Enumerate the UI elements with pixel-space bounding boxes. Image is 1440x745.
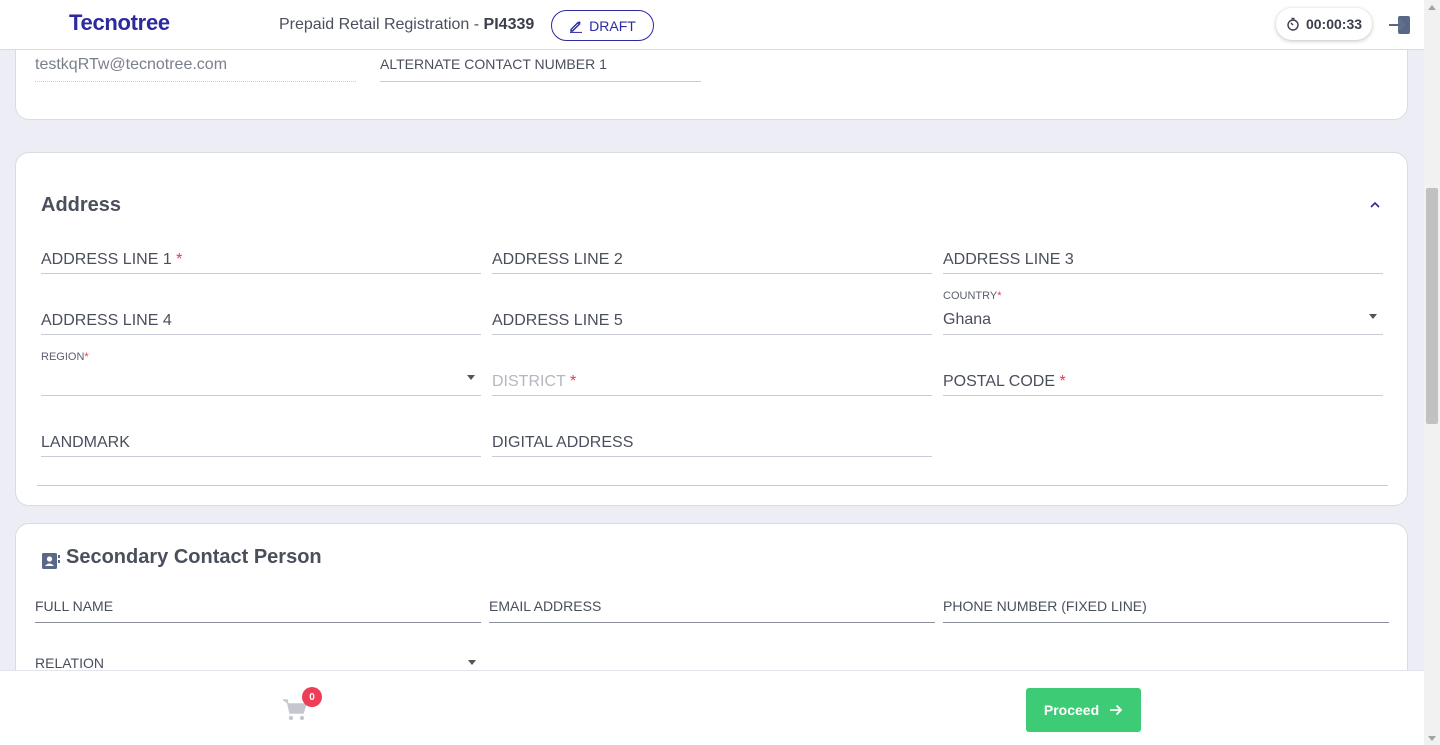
proceed-label: Proceed xyxy=(1043,702,1100,718)
scroll-up-arrow-icon[interactable] xyxy=(1428,5,1436,10)
bottom-action-bar: 0 Proceed xyxy=(0,670,1424,745)
cart-count-badge: 0 xyxy=(302,687,322,707)
address-line-2-field[interactable]: ADDRESS LINE 2 xyxy=(492,243,932,274)
arrow-right-icon xyxy=(1110,704,1123,716)
logout-icon[interactable] xyxy=(1388,14,1412,36)
registration-id: PI4339 xyxy=(483,16,535,33)
address-line-1-field[interactable]: ADDRESS LINE 1 * xyxy=(41,243,481,274)
address-line-2-label: ADDRESS LINE 2 xyxy=(492,251,623,268)
address-line-3-label: ADDRESS LINE 3 xyxy=(943,251,1074,268)
postal-code-field[interactable]: POSTAL CODE * xyxy=(943,365,1383,396)
relation-label: RELATION xyxy=(35,655,104,671)
country-label: COUNTRY* xyxy=(943,290,1001,302)
landmark-label: LANDMARK xyxy=(41,434,130,451)
draft-label: DRAFT xyxy=(589,17,636,34)
secondary-contact-title: Secondary Contact Person xyxy=(66,546,322,568)
required-mark: * xyxy=(84,351,89,363)
country-label-text: COUNTRY xyxy=(943,290,998,302)
address-divider xyxy=(37,485,1388,486)
district-field[interactable]: DISTRICT * xyxy=(492,365,932,396)
phone-fixed-line-field[interactable]: PHONE NUMBER (FIXED LINE) xyxy=(943,590,1389,623)
address-line-5-label: ADDRESS LINE 5 xyxy=(492,312,623,329)
digital-address-field[interactable]: DIGITAL ADDRESS xyxy=(492,426,932,457)
dropdown-caret-icon xyxy=(468,660,476,665)
stopwatch-icon xyxy=(1287,17,1299,31)
district-label: DISTRICT * xyxy=(492,373,576,391)
country-value: Ghana xyxy=(943,311,992,328)
digital-address-label: DIGITAL ADDRESS xyxy=(492,434,634,451)
scrollbar-thumb[interactable] xyxy=(1426,188,1438,424)
address-line-3-field[interactable]: ADDRESS LINE 3 xyxy=(943,243,1383,274)
email-value: testkqRTw@tecnotree.com xyxy=(35,56,228,73)
pencil-icon xyxy=(570,20,583,33)
region-label: REGION* xyxy=(41,351,89,363)
timer-value: 00:00:33 xyxy=(1305,16,1363,32)
required-mark: * xyxy=(997,290,1002,302)
dropdown-caret-icon xyxy=(467,375,475,380)
tecnotree-logo[interactable]: Tecnotree xyxy=(69,10,170,36)
email-field[interactable]: testkqRTw@tecnotree.com xyxy=(35,50,356,82)
address-line-1-text: ADDRESS LINE 1 xyxy=(41,251,172,268)
page-title-prefix: Prepaid Retail Registration - xyxy=(279,16,484,33)
phone-fixed-line-label: PHONE NUMBER (FIXED LINE) xyxy=(943,598,1147,614)
address-line-4-field[interactable]: ADDRESS LINE 4 xyxy=(41,304,481,335)
draft-button[interactable]: DRAFT xyxy=(551,10,654,41)
address-line-1-label: ADDRESS LINE 1 * xyxy=(41,251,182,269)
alternate-contact-field[interactable]: ALTERNATE CONTACT NUMBER 1 xyxy=(380,50,701,82)
proceed-button[interactable]: Proceed xyxy=(1026,688,1141,732)
address-card: Address ADDRESS LINE 1 * ADDRESS LINE 2 … xyxy=(15,152,1408,506)
dropdown-caret-icon xyxy=(1369,314,1377,319)
district-label-text: DISTRICT xyxy=(492,373,566,390)
address-section-title: Address xyxy=(41,194,122,216)
postal-code-label-text: POSTAL CODE xyxy=(943,373,1056,390)
session-timer: 00:00:33 xyxy=(1276,8,1372,40)
region-label-text: REGION xyxy=(41,351,85,363)
chevron-up-icon[interactable] xyxy=(1369,199,1381,211)
required-mark: * xyxy=(569,373,577,390)
alternate-contact-label: ALTERNATE CONTACT NUMBER 1 xyxy=(380,56,607,72)
email-address-label: EMAIL ADDRESS xyxy=(489,598,602,614)
postal-code-label: POSTAL CODE * xyxy=(943,373,1066,391)
landmark-field[interactable]: LANDMARK xyxy=(41,426,481,457)
contact-card-icon xyxy=(42,553,60,569)
email-address-field[interactable]: EMAIL ADDRESS xyxy=(489,590,935,623)
address-line-5-field[interactable]: ADDRESS LINE 5 xyxy=(492,304,932,335)
page-title: Prepaid Retail Registration - PI4339 xyxy=(279,16,534,34)
full-name-field[interactable]: FULL NAME xyxy=(35,590,481,623)
region-select[interactable]: REGION* xyxy=(41,351,481,396)
scroll-down-arrow-icon[interactable] xyxy=(1428,736,1436,741)
required-mark: * xyxy=(176,251,183,268)
top-header: Tecnotree Prepaid Retail Registration - … xyxy=(0,0,1440,50)
country-select[interactable]: COUNTRY* Ghana xyxy=(943,290,1383,335)
address-line-4-label: ADDRESS LINE 4 xyxy=(41,312,172,329)
full-name-label: FULL NAME xyxy=(35,598,114,614)
required-mark: * xyxy=(1059,373,1066,390)
